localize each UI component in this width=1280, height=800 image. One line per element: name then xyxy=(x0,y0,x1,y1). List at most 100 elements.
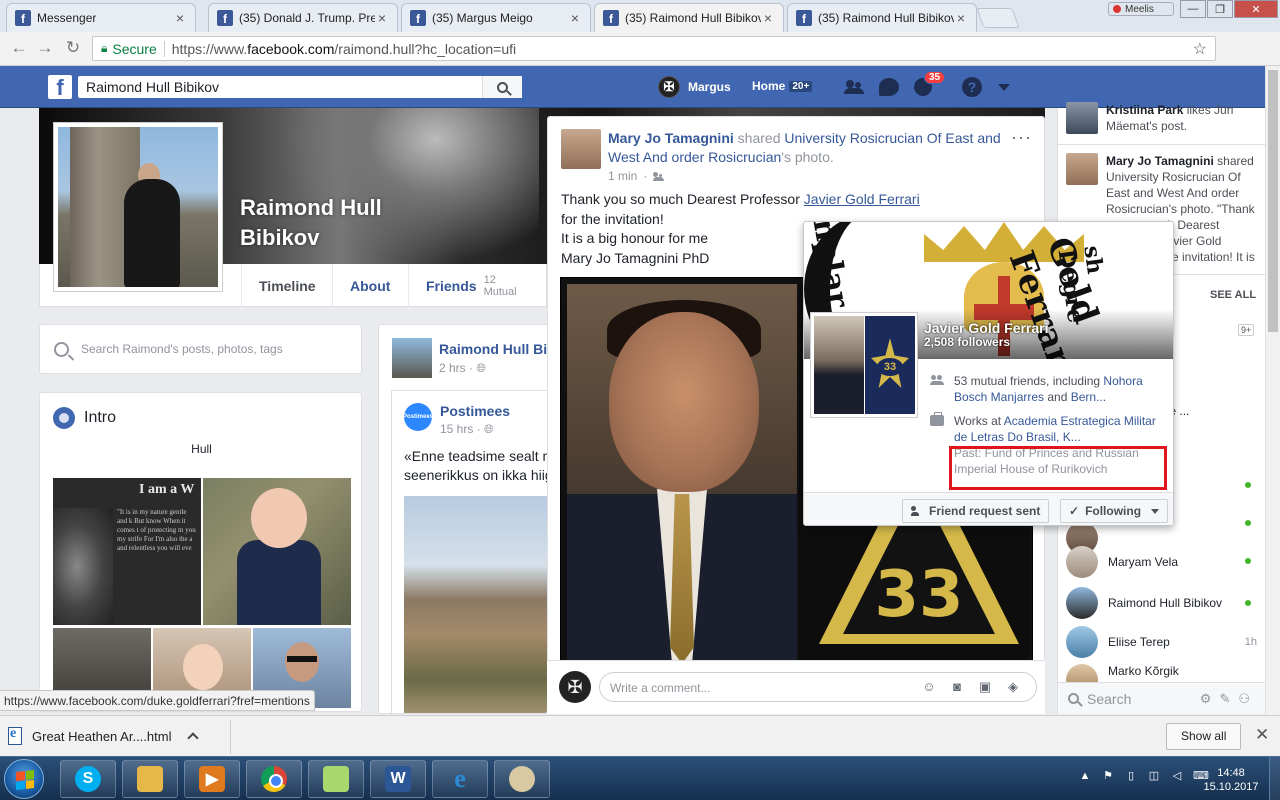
url-path: /raimond.hull?hc_location=ufi xyxy=(334,40,517,57)
network-icon[interactable]: ◫ xyxy=(1147,769,1161,783)
close-window-button[interactable]: ✕ xyxy=(1234,0,1278,18)
scrollbar-thumb[interactable] xyxy=(1268,70,1278,332)
taskbar-internet-explorer[interactable]: e xyxy=(432,760,488,798)
post-image-landscape[interactable] xyxy=(404,496,547,713)
avatar[interactable] xyxy=(561,129,601,169)
facebook-logo-icon[interactable]: f xyxy=(48,75,72,99)
facebook-search-button[interactable] xyxy=(482,76,522,98)
post-author[interactable]: Mary Jo Tamagnini xyxy=(608,130,734,146)
following-button[interactable]: ✓ Following xyxy=(1060,499,1169,523)
avatar[interactable] xyxy=(1066,153,1098,185)
new-tab-button[interactable] xyxy=(976,8,1020,28)
chevron-up-icon[interactable] xyxy=(187,732,200,744)
friend-request-sent-button[interactable]: Friend request sent xyxy=(902,499,1050,523)
avatar[interactable] xyxy=(1066,102,1098,134)
page-name[interactable]: Postimees xyxy=(440,403,510,419)
tab-messenger[interactable]: f Messenger × xyxy=(6,3,196,32)
tab-trump[interactable]: f (35) Donald J. Trump. Pre × xyxy=(208,3,398,32)
taskbar-clock[interactable]: 14:48 15.10.2017 xyxy=(1196,766,1266,794)
home-link[interactable]: Home 20+ xyxy=(752,79,813,93)
forward-arrow-icon[interactable]: → xyxy=(34,38,56,58)
tab-timeline[interactable]: Timeline xyxy=(241,264,333,307)
device-icon[interactable]: ▯ xyxy=(1124,769,1138,783)
tab-raimond-active[interactable]: f (35) Raimond Hull Bibikov × xyxy=(594,3,784,32)
tab-friends[interactable]: Friends 12 Mutual xyxy=(408,264,546,307)
close-shelf-icon[interactable]: ✕ xyxy=(1255,725,1269,745)
works-at-row: Works at Academia Estrategica Militar de… xyxy=(930,412,1160,445)
clock-date: 15.10.2017 xyxy=(1203,781,1259,793)
show-desktop-button[interactable] xyxy=(1269,757,1280,800)
action-center-flag-icon[interactable]: ⚑ xyxy=(1101,769,1115,783)
show-all-downloads-button[interactable]: Show all xyxy=(1166,723,1242,750)
tab-margus-meigo[interactable]: f (35) Margus Meigo × xyxy=(401,3,591,32)
post-time[interactable]: 2 hrs · 🌐︎ xyxy=(439,361,486,376)
close-tab-icon[interactable]: × xyxy=(954,10,968,26)
close-tab-icon[interactable]: × xyxy=(761,10,775,26)
facebook-search-input[interactable]: Raimond Hull Bibikov xyxy=(78,76,522,98)
hovercard-actions: Friend request sent ✓ Following xyxy=(804,492,1173,525)
intro-photo-baby[interactable] xyxy=(203,478,351,625)
chat-search-input[interactable]: Search ⚙✎⚇ xyxy=(1058,682,1266,714)
url-field[interactable]: 🔒︎ Secure https://www. facebook.com/raimo… xyxy=(92,36,1216,61)
page-scrollbar[interactable] xyxy=(1265,66,1280,716)
bookmark-star-icon[interactable]: ☆ xyxy=(1193,39,1207,59)
download-item[interactable]: Great Heathen Ar....html xyxy=(8,722,205,750)
see-all-link[interactable]: SEE ALL xyxy=(1210,289,1256,301)
mutual-friend-more-link[interactable]: Bern... xyxy=(1071,390,1106,404)
highlight-box xyxy=(949,446,1167,490)
sticker-icon[interactable]: ◈ xyxy=(1005,679,1021,695)
close-tab-icon[interactable]: × xyxy=(375,10,389,26)
avatar[interactable] xyxy=(392,338,432,378)
taskbar-skype[interactable]: S xyxy=(60,760,116,798)
chat-tools-icons[interactable]: ⚙✎⚇ xyxy=(1200,691,1258,707)
tab-about[interactable]: About xyxy=(332,264,407,307)
comment-input[interactable]: Write a comment... xyxy=(599,672,1037,702)
browser-profile-button[interactable]: Meelis xyxy=(1108,2,1174,16)
show-hidden-icons-icon[interactable]: ▲ xyxy=(1078,769,1092,783)
close-tab-icon[interactable]: × xyxy=(568,10,582,26)
taskbar-word[interactable]: W xyxy=(370,760,426,798)
profile-name[interactable]: Raimond Hull Bibikov xyxy=(240,193,440,253)
page-post-time[interactable]: 15 hrs · 🌐︎ xyxy=(440,422,494,437)
start-button[interactable] xyxy=(4,759,44,799)
messenger-icon[interactable] xyxy=(879,77,899,97)
help-icon[interactable]: ? xyxy=(962,77,982,97)
profile-link[interactable]: ✠ Margus xyxy=(658,76,731,98)
contact-item[interactable]: Raimond Hull Bibikov xyxy=(1066,585,1261,621)
page-avatar[interactable]: Postimees xyxy=(403,403,433,431)
taskbar-chrome[interactable] xyxy=(246,760,302,798)
taskbar-paint[interactable] xyxy=(494,760,550,798)
online-indicator xyxy=(1245,482,1251,488)
volume-muted-icon[interactable]: ◁ xyxy=(1170,769,1184,783)
taskbar-media-player[interactable]: ▶ xyxy=(184,760,240,798)
minimize-button[interactable]: — xyxy=(1180,0,1206,18)
friend-requests-icon[interactable] xyxy=(844,77,864,97)
more-options-icon[interactable]: ··· xyxy=(1011,127,1032,148)
account-menu-caret-icon[interactable] xyxy=(994,77,1014,97)
mention-link[interactable]: Javier Gold Ferrari xyxy=(804,191,920,207)
profile-picture[interactable] xyxy=(53,122,223,292)
hovercard-name[interactable]: Javier Gold Ferrari xyxy=(924,320,1049,336)
post-time[interactable]: 1 min · xyxy=(608,169,665,183)
taskbar-sticky-notes[interactable] xyxy=(308,760,364,798)
hovercard-avatar[interactable]: 33 xyxy=(810,312,918,418)
back-arrow-icon[interactable]: ← xyxy=(8,38,30,58)
search-posts-input[interactable]: Search Raimond's posts, photos, tags xyxy=(39,324,362,374)
emoji-icon[interactable]: ☺ xyxy=(921,679,937,695)
tab-raimond[interactable]: f (35) Raimond Hull Bibikov × xyxy=(787,3,977,32)
download-shelf: Great Heathen Ar....html Show all ✕ xyxy=(0,715,1280,756)
word-icon: W xyxy=(385,766,411,792)
post-author[interactable]: Raimond Hull Bi xyxy=(439,341,547,357)
intro-photo-wolf[interactable]: I am a W "It is in my nature gentle and … xyxy=(53,478,201,625)
camera-icon[interactable]: ◙ xyxy=(949,679,965,695)
maximize-button[interactable]: ❐ xyxy=(1207,0,1233,18)
gif-icon[interactable]: ▣ xyxy=(977,679,993,695)
tab-title: (35) Raimond Hull Bibikov xyxy=(625,11,761,25)
reload-icon[interactable]: ↻ xyxy=(62,38,84,58)
ticker-item[interactable]: Kristiina Park likes Jüri Mäemat's post. xyxy=(1106,102,1256,134)
contact-item[interactable]: Marko Kõrgik xyxy=(1066,664,1261,684)
contact-item[interactable]: Eliise Terep 1h xyxy=(1066,624,1261,660)
close-tab-icon[interactable]: × xyxy=(173,10,187,26)
taskbar-explorer[interactable] xyxy=(122,760,178,798)
contact-item[interactable]: Maryam Vela xyxy=(1066,544,1261,580)
